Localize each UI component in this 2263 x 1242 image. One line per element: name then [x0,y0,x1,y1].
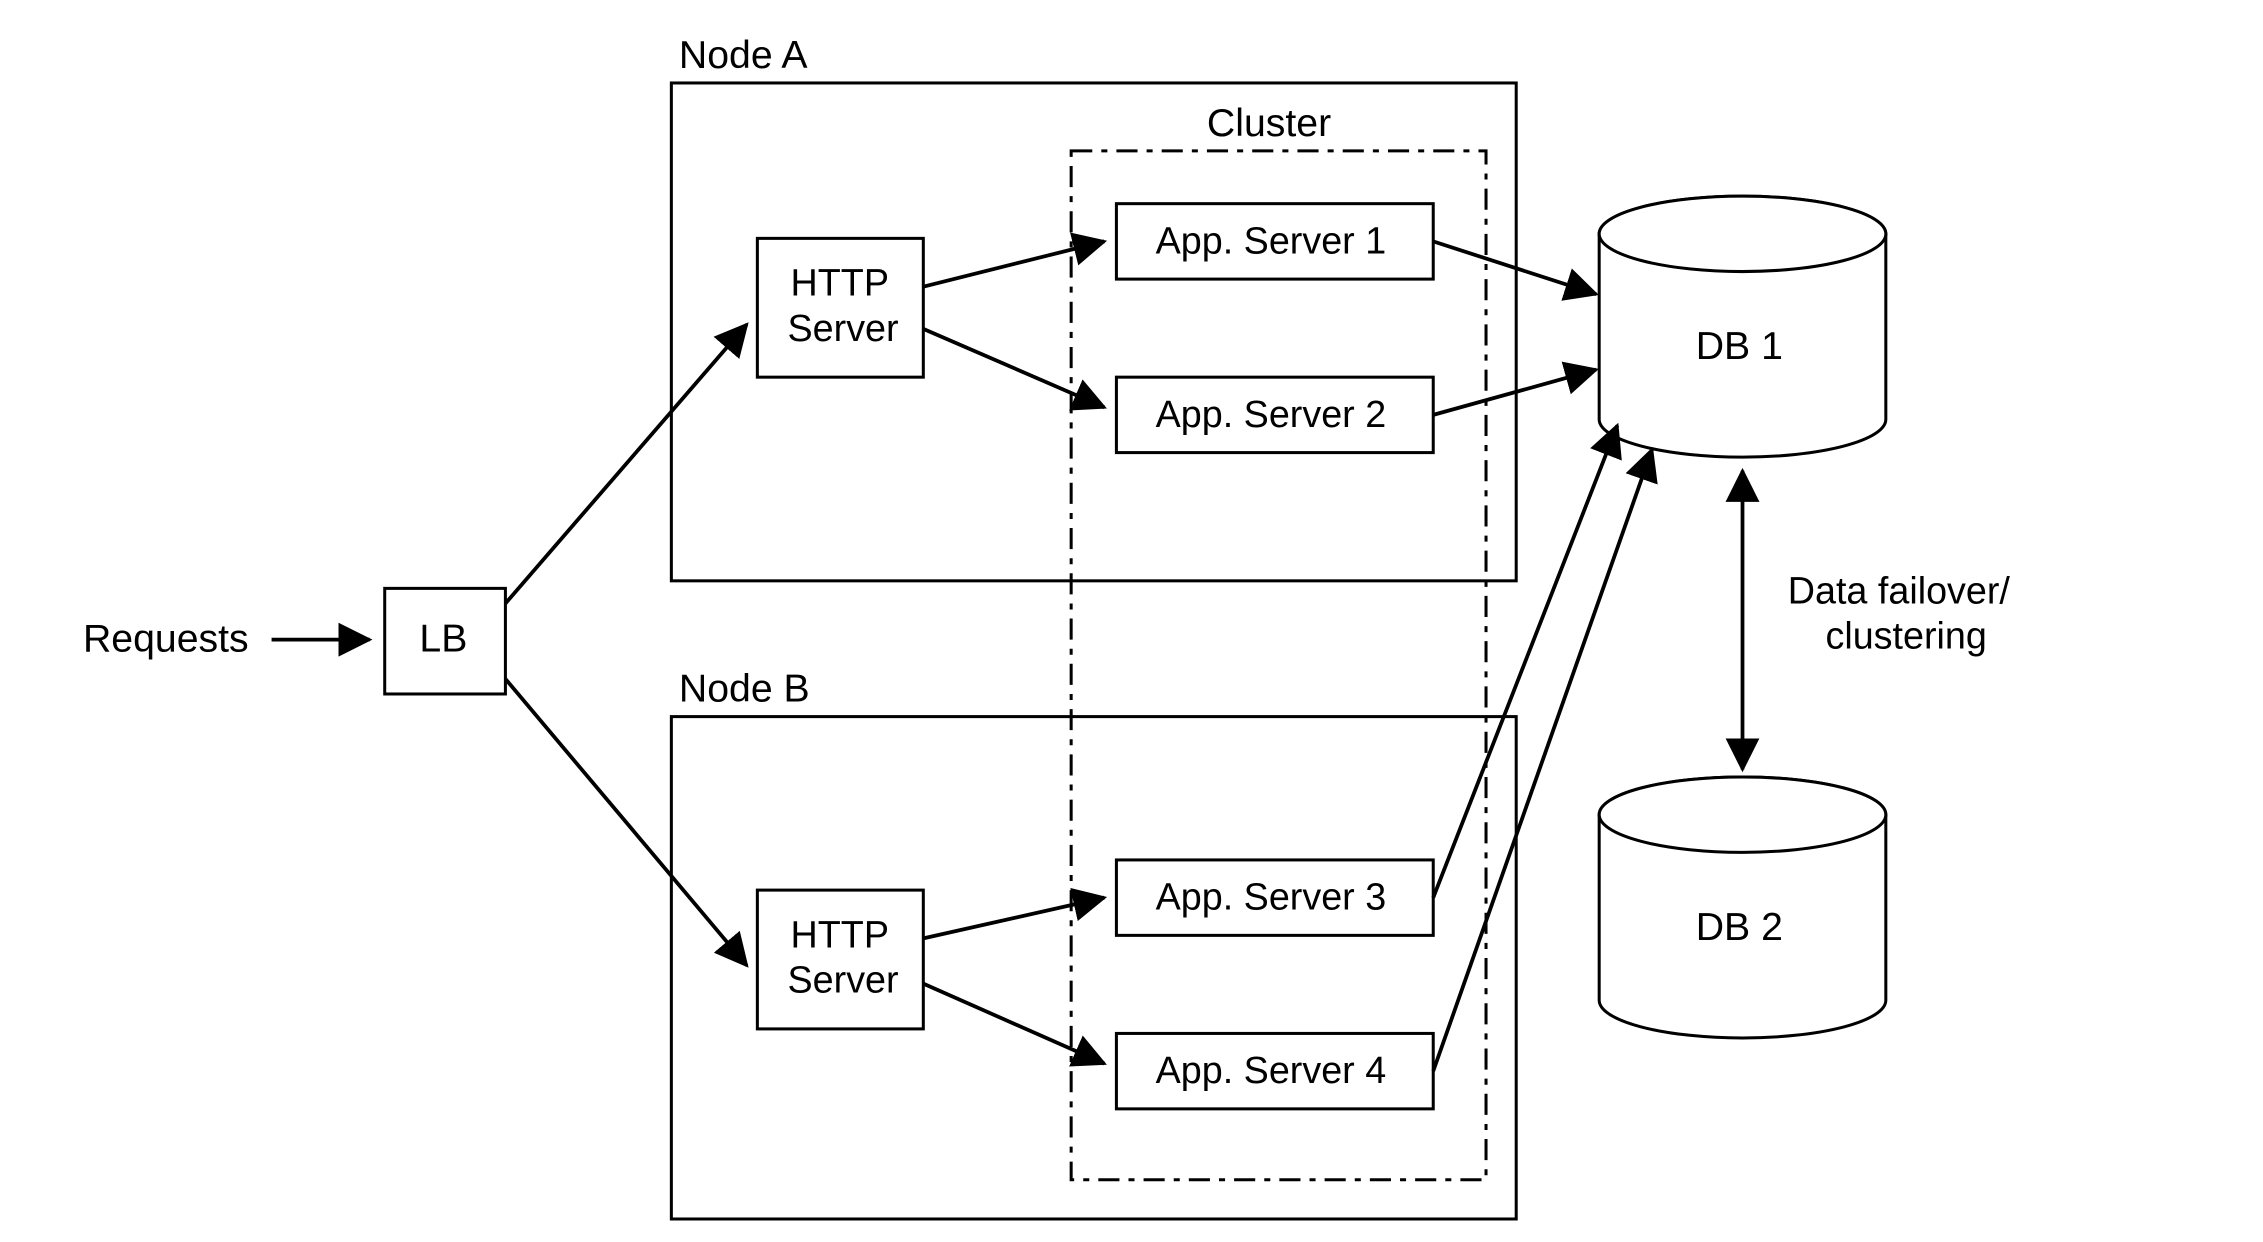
http-server-a-line2: Server [788,307,899,349]
arrow-httpB-to-app3 [923,898,1104,939]
arrow-app3-to-db1 [1433,425,1617,897]
db2-label: DB 2 [1696,905,1783,949]
requests-label: Requests [83,617,249,661]
app-server-1-label: App. Server 1 [1156,219,1387,261]
arrow-httpA-to-app2 [923,329,1104,407]
node-b-title: Node B [679,667,810,711]
app-server-3-label: App. Server 3 [1156,876,1387,918]
arrow-httpB-to-app4 [923,984,1104,1064]
node-a-title: Node A [679,33,808,77]
lb-label: LB [419,617,467,661]
architecture-diagram: Requests LB Node A Node B Cluster HTTP S… [0,0,2263,1237]
arrow-app1-to-db1 [1433,241,1596,294]
arrow-lb-to-httpA [505,324,746,603]
http-server-a-line1: HTTP [791,262,889,304]
failover-line2: clustering [1825,615,1986,657]
http-server-b-line1: HTTP [791,913,889,955]
http-server-b-line2: Server [788,959,899,1001]
cluster-box [1071,151,1486,1180]
arrow-lb-to-httpB [505,679,746,966]
app-server-4-label: App. Server 4 [1156,1049,1387,1091]
db1-label: DB 1 [1696,324,1783,368]
cluster-title: Cluster [1207,101,1331,145]
failover-line1: Data failover/ [1788,569,2011,611]
arrow-httpA-to-app1 [923,241,1104,286]
arrow-app2-to-db1 [1433,370,1596,415]
app-server-2-label: App. Server 2 [1156,393,1387,435]
